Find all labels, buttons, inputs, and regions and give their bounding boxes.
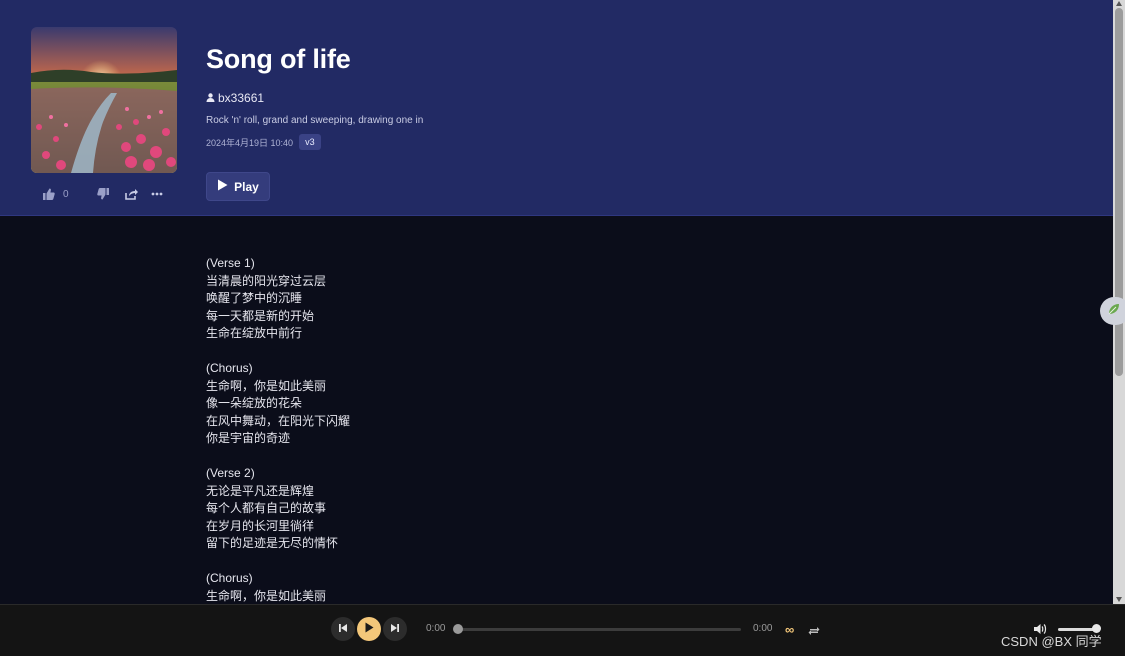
skip-previous-icon: [338, 620, 348, 638]
artist-link[interactable]: bx33661: [206, 91, 264, 105]
scroll-up-arrow-icon[interactable]: [1116, 1, 1122, 6]
lyric-line: 你是宇宙的奇迹: [206, 431, 291, 445]
song-meta: 2024年4月19日 10:40 v3: [206, 134, 321, 150]
watermark: CSDN @BX 同学: [1001, 634, 1102, 649]
thumbs-down-icon: [97, 188, 110, 200]
loop-icon[interactable]: ∞: [785, 622, 794, 637]
repeat-icon: [808, 623, 820, 640]
song-actions: 0: [31, 184, 177, 204]
thumbs-up-icon: [42, 188, 55, 200]
lyric-line: 在风中舞动，在阳光下闪耀: [206, 413, 351, 428]
lyric-line: (Chorus): [206, 571, 253, 585]
lyric-line: 像一朵绽放的花朵: [206, 396, 303, 410]
lyric-line: (Verse 2): [206, 466, 255, 480]
lyric-line: 唤醒了梦中的沉睡: [206, 291, 303, 305]
lyric-line: 留下的足迹是无尽的情怀: [206, 536, 339, 550]
play-icon: [217, 179, 234, 194]
lyrics: (Verse 1) 当清晨的阳光穿过云层 唤醒了梦中的沉睡 每一天都是新的开始 生命在绽…: [206, 255, 706, 604]
repeat-button[interactable]: [808, 623, 820, 641]
player-play-button[interactable]: [357, 617, 381, 641]
song-description: Rock 'n' roll, grand and sweeping, drawi…: [206, 115, 424, 126]
share-icon: [125, 188, 138, 200]
song-header: 0 Song of life bx33661 Rock 'n' roll, gr…: [0, 0, 1113, 216]
ellipsis-icon: [151, 192, 163, 196]
play-button[interactable]: Play: [206, 172, 270, 201]
lyric-gap: [206, 553, 706, 571]
progress-track[interactable]: [458, 628, 741, 631]
lyric-line: 在岁月的长河里徜徉: [206, 518, 315, 533]
dislike-button[interactable]: [97, 184, 110, 204]
duration: 0:00: [753, 623, 773, 634]
lyric-line: 生命啊，你是如此美丽: [206, 588, 327, 603]
lyric-line: (Verse 1): [206, 256, 255, 270]
lyric-line: 无论是平凡还是辉煌: [206, 483, 315, 498]
scroll-down-arrow-icon[interactable]: [1116, 597, 1122, 602]
like-count: 0: [63, 188, 69, 200]
song-page: 0 Song of life bx33661 Rock 'n' roll, gr…: [0, 0, 1113, 604]
leaf-icon: [1107, 302, 1121, 321]
play-button-label: Play: [234, 179, 259, 194]
song-title: Song of life: [206, 44, 351, 74]
cover-art: [31, 27, 177, 173]
lyric-line: 生命啊，你是如此美丽: [206, 378, 327, 393]
player-bar: 0:00 0:00 ∞ CSDN @BX 同学: [0, 604, 1125, 656]
current-time: 0:00: [426, 623, 446, 634]
share-button[interactable]: [125, 184, 138, 204]
lyric-line: (Chorus): [206, 361, 253, 375]
lyric-line: 当清晨的阳光穿过云层: [206, 273, 327, 288]
like-button[interactable]: 0: [42, 184, 69, 204]
lyric-gap: [206, 343, 706, 361]
lyric-line: 每一天都是新的开始: [206, 308, 315, 323]
version-badge: v3: [299, 134, 321, 150]
lyric-line: 每个人都有自己的故事: [206, 501, 327, 515]
lyric-line: 生命在绽放中前行: [206, 326, 303, 340]
play-icon: [364, 620, 374, 638]
created-date: 2024年4月19日 10:40: [206, 137, 294, 148]
progress-knob[interactable]: [453, 624, 463, 634]
user-icon: [206, 91, 218, 105]
next-button[interactable]: [383, 617, 407, 641]
more-options-button[interactable]: [151, 184, 163, 204]
skip-next-icon: [390, 620, 400, 638]
lyric-gap: [206, 448, 706, 466]
artist-name: bx33661: [218, 91, 265, 105]
side-widget-button[interactable]: [1100, 297, 1125, 325]
previous-button[interactable]: [331, 617, 355, 641]
